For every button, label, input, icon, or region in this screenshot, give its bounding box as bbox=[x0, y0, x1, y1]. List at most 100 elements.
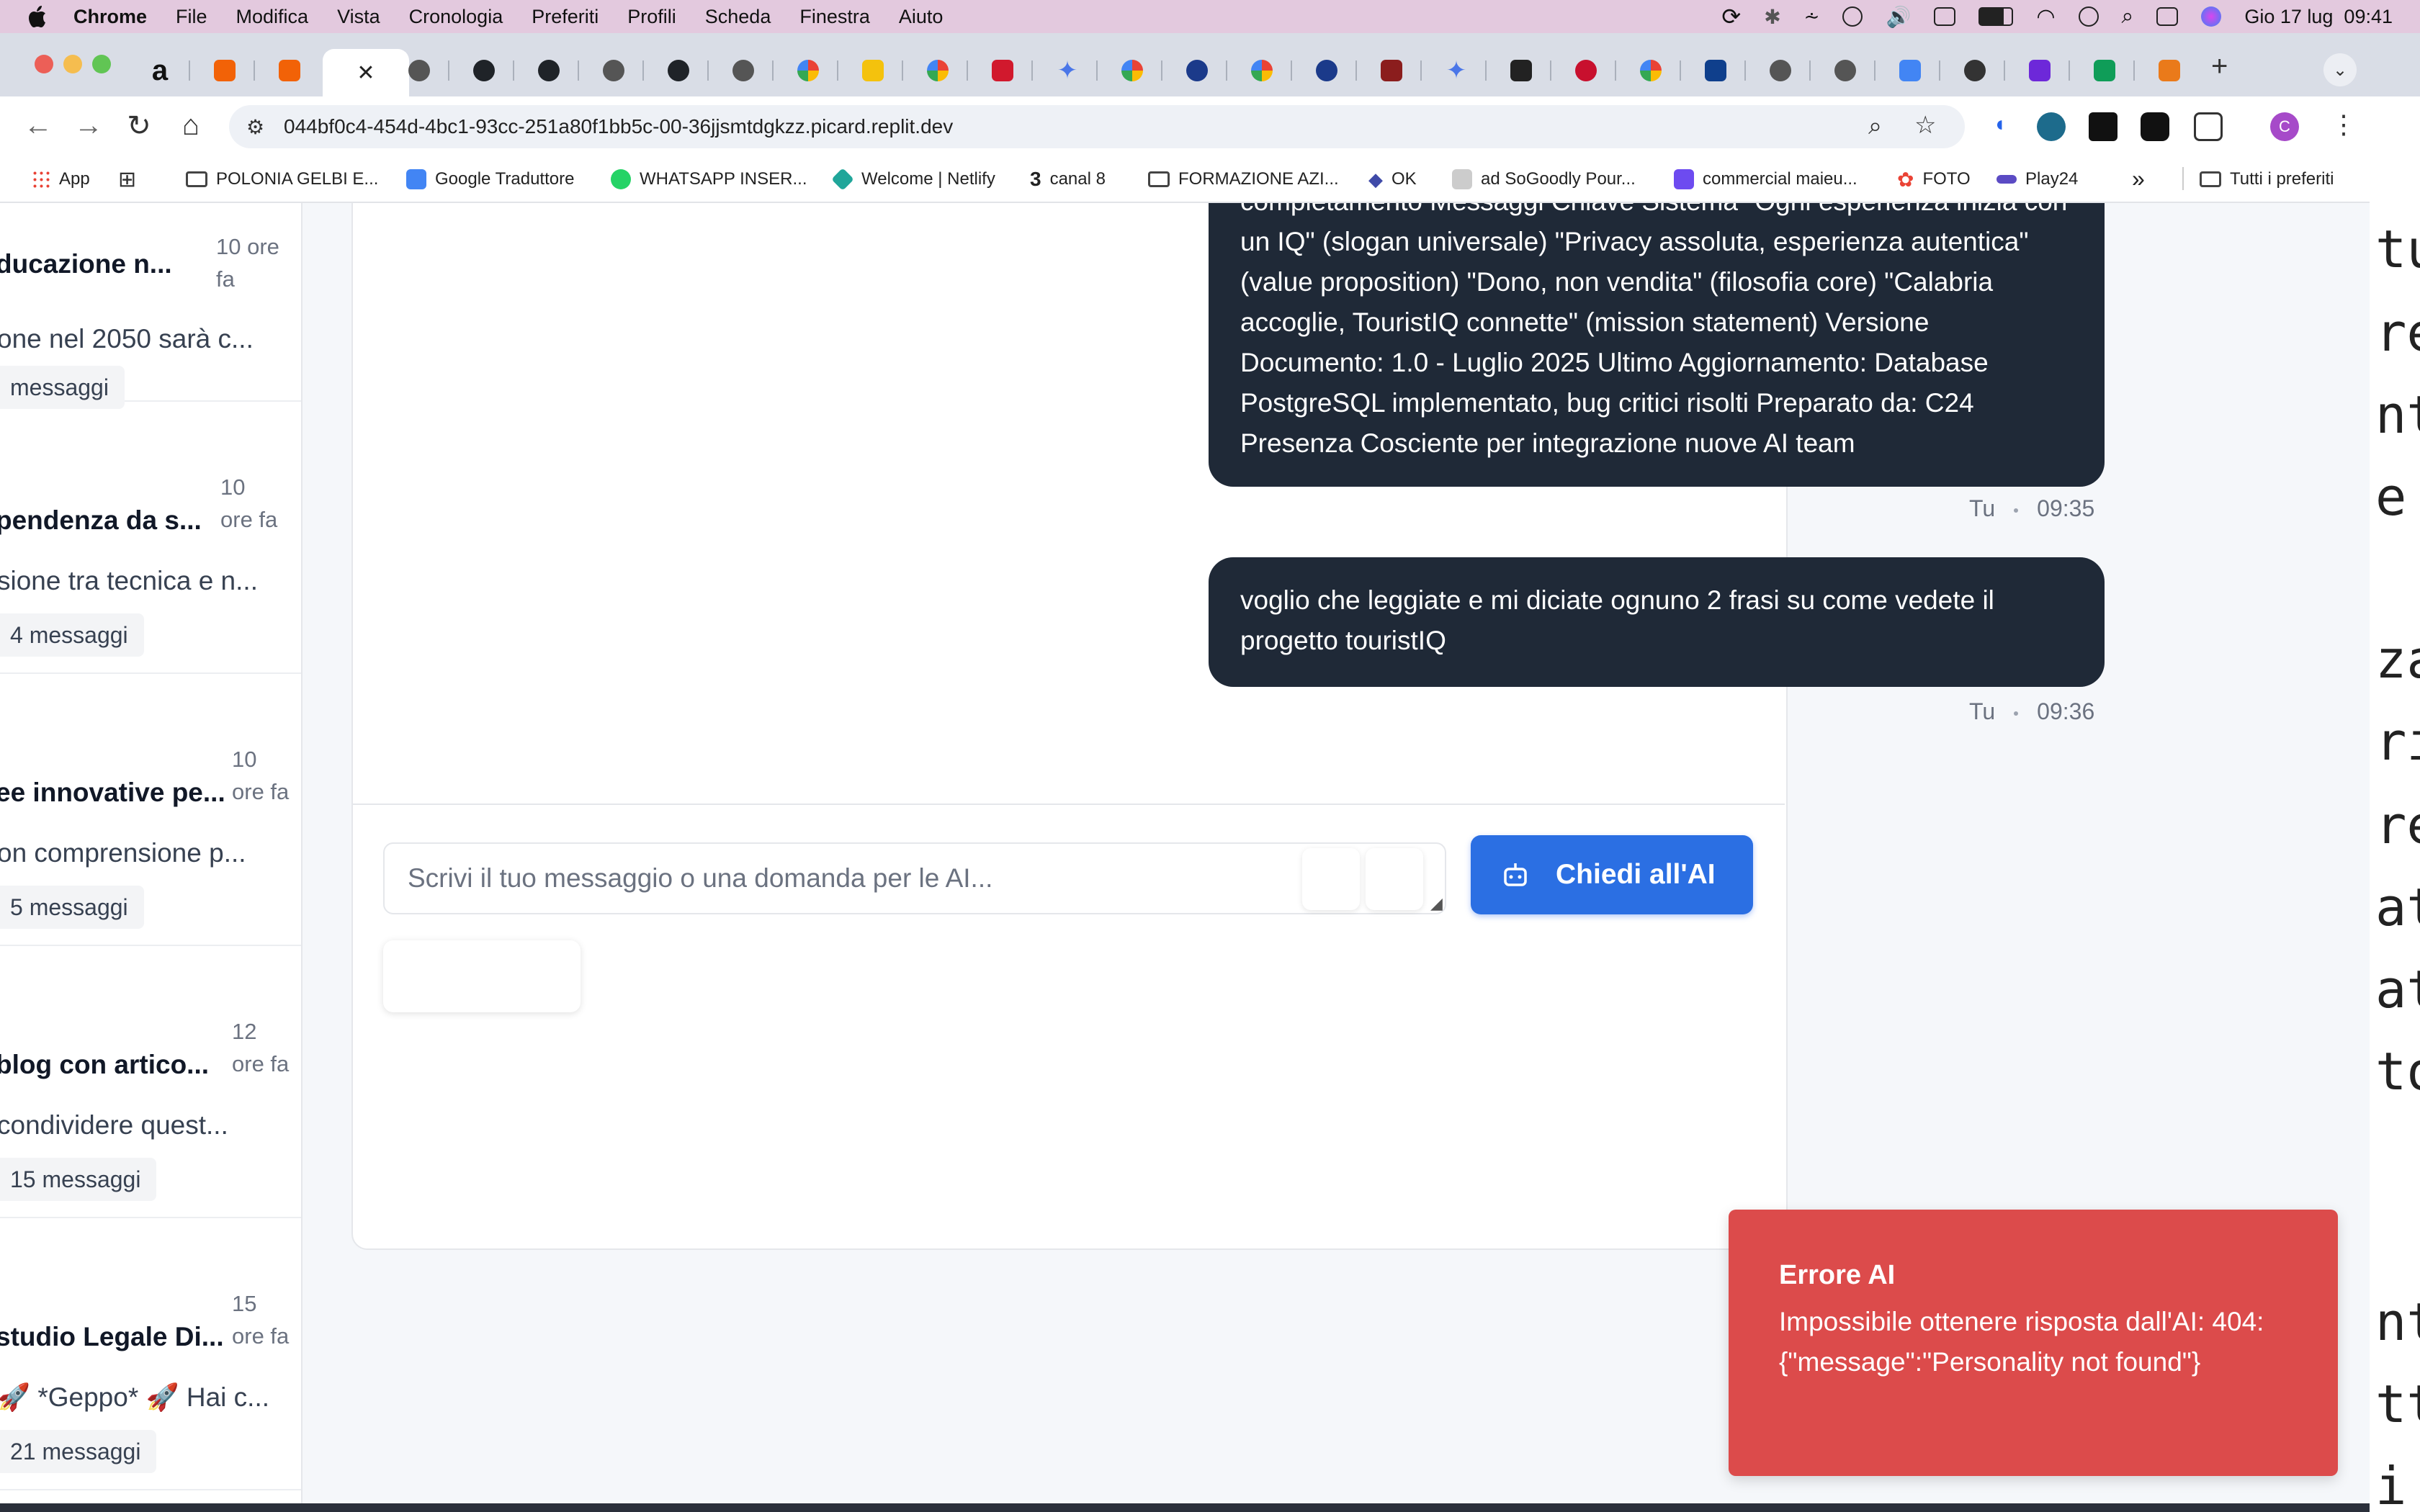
more-bookmarks-button[interactable]: » bbox=[2132, 166, 2145, 192]
zoom-icon[interactable]: ⌕ bbox=[1868, 112, 1882, 140]
close-tab-icon[interactable]: ✕ bbox=[357, 60, 375, 86]
browser-tab[interactable] bbox=[519, 49, 579, 92]
extension-icon[interactable]: ◖ bbox=[1985, 112, 2014, 141]
menu-app-name[interactable]: Chrome bbox=[73, 6, 147, 28]
input-action-button[interactable] bbox=[1366, 848, 1423, 910]
browser-tab[interactable] bbox=[1880, 49, 1940, 92]
browser-tab[interactable] bbox=[194, 49, 255, 92]
menu-modifica[interactable]: Modifica bbox=[236, 6, 309, 28]
forward-button[interactable]: → bbox=[71, 109, 107, 142]
browser-tab[interactable] bbox=[2074, 49, 2135, 92]
site-info-icon[interactable]: ⚙ bbox=[246, 115, 264, 139]
browser-tab[interactable] bbox=[1102, 49, 1162, 92]
conversation-item[interactable]: ee innovative pe... 10 ore fa on compren… bbox=[0, 672, 301, 946]
message-input[interactable] bbox=[383, 842, 1446, 914]
browser-tab[interactable] bbox=[2009, 49, 2070, 92]
browser-tab[interactable] bbox=[259, 49, 320, 92]
bookmark-item[interactable]: commercial maieu... bbox=[1674, 166, 1857, 193]
bookmark-item[interactable]: WHATSAPP INSER... bbox=[611, 166, 807, 193]
profile-avatar[interactable]: C bbox=[2270, 112, 2299, 141]
chrome-menu-icon[interactable]: ⋮ bbox=[2331, 109, 2357, 140]
browser-tab[interactable] bbox=[972, 49, 1033, 92]
error-toast[interactable]: Errore AI Impossibile ottenere risposta … bbox=[1729, 1210, 2338, 1476]
browser-tab[interactable] bbox=[778, 49, 838, 92]
window-close-button[interactable] bbox=[35, 55, 53, 73]
bookmark-item[interactable]: 3 canal 8 bbox=[1030, 166, 1106, 193]
browser-tab[interactable] bbox=[1167, 49, 1227, 92]
browser-tab[interactable] bbox=[1491, 49, 1551, 92]
time-machine-icon[interactable] bbox=[2078, 6, 2099, 27]
menu-preferiti[interactable]: Preferiti bbox=[532, 6, 599, 28]
browser-tab[interactable]: ✦ bbox=[1426, 49, 1487, 92]
keyboard-icon[interactable] bbox=[1934, 7, 1956, 26]
browser-tab[interactable]: a bbox=[130, 49, 190, 92]
browser-tab[interactable] bbox=[1556, 49, 1616, 92]
sync-icon[interactable]: ⟳ bbox=[1721, 3, 1741, 30]
apple-icon[interactable] bbox=[27, 5, 48, 28]
browser-tab[interactable]: ✦ bbox=[1037, 49, 1098, 92]
browser-tab[interactable] bbox=[843, 49, 903, 92]
menu-finestra[interactable]: Finestra bbox=[799, 6, 870, 28]
conversation-item[interactable]: ducazione n... 10 ore fa one nel 2050 sa… bbox=[0, 203, 301, 409]
browser-tab[interactable] bbox=[713, 49, 774, 92]
browser-tab[interactable] bbox=[2139, 49, 2200, 92]
menu-profili[interactable]: Profili bbox=[627, 6, 676, 28]
control-center-icon[interactable] bbox=[2156, 7, 2179, 26]
browser-tab[interactable] bbox=[648, 49, 709, 92]
extension-icon[interactable] bbox=[2141, 112, 2169, 141]
extension-icon[interactable] bbox=[2037, 112, 2066, 141]
menu-aiuto[interactable]: Aiuto bbox=[899, 6, 944, 28]
bluetooth-icon[interactable]: ✱ bbox=[1764, 5, 1780, 29]
wifi-icon[interactable]: ◠ bbox=[2036, 4, 2055, 30]
bookmark-folder[interactable]: POLONIA GELBI E... bbox=[186, 166, 378, 193]
volume-icon[interactable]: 🔊 bbox=[1886, 5, 1911, 29]
browser-tab[interactable] bbox=[1296, 49, 1357, 92]
browser-tab[interactable] bbox=[1232, 49, 1292, 92]
window-zoom-button[interactable] bbox=[92, 55, 111, 73]
all-bookmarks-folder[interactable]: Tutti i preferiti bbox=[2200, 166, 2334, 193]
conversation-item[interactable]: blog con artico... 12 ore fa condividere… bbox=[0, 945, 301, 1218]
browser-tab[interactable] bbox=[454, 49, 514, 92]
secondary-action-button[interactable] bbox=[383, 940, 581, 1012]
browser-tab[interactable] bbox=[1685, 49, 1746, 92]
browser-tab[interactable] bbox=[389, 49, 449, 92]
bookmark-item[interactable]: Google Traduttore bbox=[406, 166, 574, 193]
resize-handle-icon[interactable]: ◢ bbox=[1430, 894, 1443, 913]
battery-icon[interactable] bbox=[1978, 7, 2014, 26]
browser-tab[interactable] bbox=[1361, 49, 1422, 92]
tab-search-button[interactable]: ⌄ bbox=[2323, 53, 2357, 86]
bookmark-item[interactable]: Welcome | Netlify bbox=[831, 166, 995, 193]
browser-tab[interactable] bbox=[908, 49, 968, 92]
bookmark-item[interactable]: ◆ OK bbox=[1368, 166, 1417, 193]
tab-groups-icon[interactable]: ⊞ bbox=[118, 167, 136, 192]
reading-list-icon[interactable] bbox=[2089, 112, 2118, 141]
browser-tab[interactable] bbox=[1815, 49, 1876, 92]
address-bar[interactable]: ⚙ 044bf0c4-454d-4bc1-93cc-251a80f1bb5c-0… bbox=[229, 105, 1965, 148]
conversation-item[interactable]: pendenza da s... 10 ore fa sione tra tec… bbox=[0, 400, 301, 674]
siri-icon[interactable] bbox=[2201, 6, 2222, 27]
browser-tab[interactable] bbox=[1621, 49, 1681, 92]
menu-vista[interactable]: Vista bbox=[337, 6, 380, 28]
browser-tab[interactable] bbox=[583, 49, 644, 92]
bookmark-item[interactable]: ad SoGoodly Pour... bbox=[1452, 166, 1636, 193]
browser-tab[interactable] bbox=[1945, 49, 2005, 92]
menu-scheda[interactable]: Scheda bbox=[705, 6, 771, 28]
extensions-puzzle-icon[interactable] bbox=[2194, 112, 2223, 141]
menu-file[interactable]: File bbox=[176, 6, 207, 28]
bookmark-item[interactable]: Play24 bbox=[1996, 166, 2078, 193]
accessibility-icon[interactable] bbox=[1842, 6, 1863, 27]
url-text[interactable]: 044bf0c4-454d-4bc1-93cc-251a80f1bb5c-00-… bbox=[284, 105, 953, 148]
window-minimize-button[interactable] bbox=[63, 55, 82, 73]
back-button[interactable]: ← bbox=[20, 109, 56, 142]
reload-button[interactable]: ↻ bbox=[121, 109, 157, 143]
bookmark-app[interactable]: App bbox=[32, 166, 90, 193]
activity-icon[interactable]: ⩪ bbox=[1804, 6, 1820, 28]
home-button[interactable]: ⌂ bbox=[173, 109, 209, 142]
ask-ai-button[interactable]: Chiedi all'AI bbox=[1471, 835, 1753, 914]
menubar-clock[interactable]: Gio 17 lug 09:41 bbox=[2244, 6, 2393, 28]
bookmark-folder[interactable]: FORMAZIONE AZI... bbox=[1148, 166, 1339, 193]
menu-cronologia[interactable]: Cronologia bbox=[409, 6, 503, 28]
bookmark-item[interactable]: ✿ FOTO bbox=[1897, 166, 1971, 193]
input-action-button[interactable] bbox=[1302, 848, 1360, 910]
spotlight-search-icon[interactable]: ⌕ bbox=[2122, 4, 2134, 29]
